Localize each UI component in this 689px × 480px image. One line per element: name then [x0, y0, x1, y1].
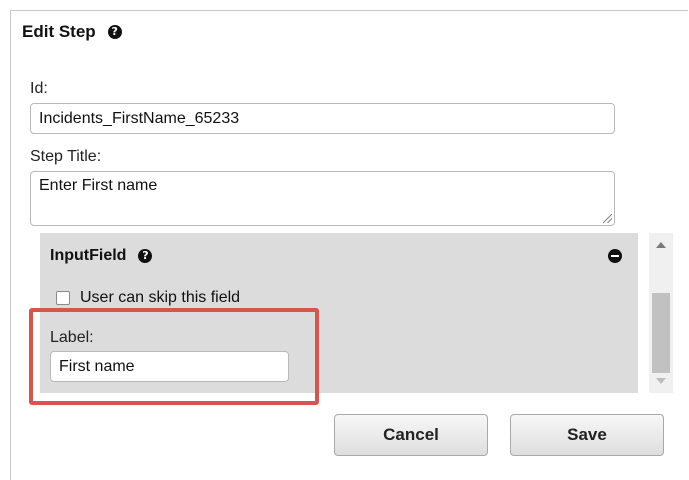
id-input-value: Incidents_FirstName_65233 [39, 109, 240, 127]
panel-title: InputField [50, 247, 127, 264]
dialog-header: Edit Step ? [22, 22, 122, 42]
skip-field-checkbox[interactable] [56, 291, 70, 305]
scroll-thumb[interactable] [652, 293, 670, 373]
step-title-value: Enter First name [39, 177, 158, 194]
skip-field-label: User can skip this field [80, 290, 241, 306]
resize-grip-icon[interactable] [603, 214, 612, 223]
panel-header: InputField ? [50, 247, 153, 265]
id-input[interactable]: Incidents_FirstName_65233 [30, 103, 615, 134]
question-circle-icon[interactable]: ? [138, 249, 153, 263]
panel-scrollbar[interactable] [649, 233, 673, 393]
minus-circle-icon[interactable] [608, 249, 622, 263]
step-title-textarea[interactable]: Enter First name [30, 171, 615, 226]
step-title-label: Step Title: [30, 148, 102, 165]
question-circle-icon[interactable]: ? [107, 25, 122, 39]
dialog-title: Edit Step [22, 22, 96, 41]
scroll-down-arrow-icon[interactable] [656, 378, 666, 384]
highlight-box [29, 308, 319, 405]
scroll-up-arrow-icon[interactable] [656, 242, 666, 248]
save-button[interactable]: Save [510, 414, 664, 456]
cancel-button[interactable]: Cancel [334, 414, 488, 456]
skip-field-option[interactable]: User can skip this field [56, 290, 240, 306]
id-label: Id: [30, 80, 48, 97]
